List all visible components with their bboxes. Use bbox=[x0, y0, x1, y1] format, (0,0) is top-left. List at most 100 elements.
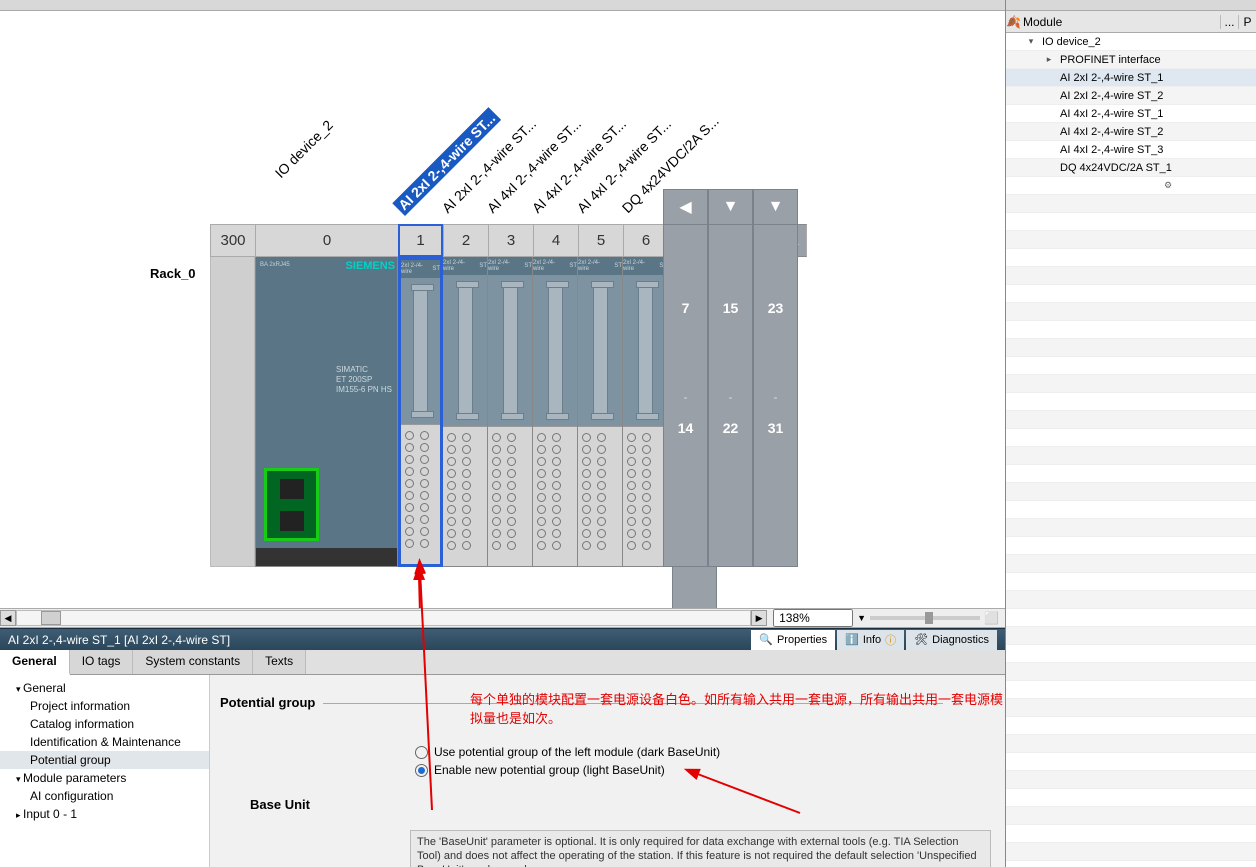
module-panel-header: 🍂 Module ... P bbox=[1006, 11, 1256, 33]
properties-icon: 🔍 bbox=[759, 633, 773, 646]
module-tree-empty bbox=[1006, 645, 1256, 663]
module-tree-empty bbox=[1006, 735, 1256, 753]
hscroll-right[interactable]: ▶ bbox=[751, 610, 767, 626]
module-slot-2[interactable]: 2xI 2-/4-wireST bbox=[443, 257, 488, 567]
module-tree-empty bbox=[1006, 789, 1256, 807]
module-tree-empty bbox=[1006, 771, 1256, 789]
slot-6[interactable]: 6 bbox=[623, 224, 668, 257]
hscroll-thumb[interactable] bbox=[41, 611, 61, 625]
module-slot-4[interactable]: 2xI 2-/4-wireST bbox=[533, 257, 578, 567]
head-footer bbox=[256, 548, 397, 566]
ethernet-ports[interactable] bbox=[264, 468, 319, 541]
module-panel-body[interactable]: ▾IO device_2▸PROFINET interfaceAI 2xI 2-… bbox=[1006, 33, 1256, 867]
tab-texts[interactable]: Texts bbox=[253, 650, 306, 674]
rack-label: Rack_0 bbox=[150, 266, 196, 281]
navtree-item-7[interactable]: Input 0 - 1 bbox=[0, 805, 209, 823]
module-tree-empty bbox=[1006, 717, 1256, 735]
module-tree-row-7[interactable]: DQ 4x24VDC/2A ST_1 bbox=[1006, 159, 1256, 177]
module-empty-300[interactable] bbox=[210, 257, 255, 567]
module-tree-empty bbox=[1006, 663, 1256, 681]
module-tree-empty bbox=[1006, 285, 1256, 303]
module-panel-icon: 🍂 bbox=[1006, 15, 1021, 29]
reserve-arrow-a[interactable]: ◀ bbox=[664, 190, 707, 225]
reserve-arrow-c[interactable]: ▼ bbox=[754, 190, 797, 225]
reserve-col-b[interactable]: ▼ 15 - 22 bbox=[708, 189, 753, 567]
module-tree-empty bbox=[1006, 303, 1256, 321]
module-tree-empty bbox=[1006, 807, 1256, 825]
diagnostics-icon: 🛠 bbox=[914, 633, 928, 646]
module-tree-row-4[interactable]: AI 4xI 2-,4-wire ST_1 bbox=[1006, 105, 1256, 123]
zoom-input[interactable] bbox=[773, 609, 853, 627]
module-tree-empty bbox=[1006, 375, 1256, 393]
eth-port-2[interactable] bbox=[280, 511, 304, 531]
slot-5[interactable]: 5 bbox=[578, 224, 623, 257]
module-panel-col-p[interactable]: P bbox=[1238, 15, 1256, 29]
zoom-handle[interactable] bbox=[925, 612, 933, 624]
navtree-item-6[interactable]: AI configuration bbox=[0, 787, 209, 805]
module-tree-row-6[interactable]: AI 4xI 2-,4-wire ST_3 bbox=[1006, 141, 1256, 159]
module-tree-row-5[interactable]: AI 4xI 2-,4-wire ST_2 bbox=[1006, 123, 1256, 141]
zoom-dropdown-icon[interactable]: ▼ bbox=[857, 613, 866, 623]
navtree-item-4[interactable]: Potential group bbox=[0, 751, 209, 769]
module-tree-empty bbox=[1006, 195, 1256, 213]
inspector-tabs: General IO tags System constants Texts bbox=[0, 650, 1005, 675]
rtab-diagnostics[interactable]: 🛠Diagnostics bbox=[906, 630, 997, 650]
module-tree-empty bbox=[1006, 393, 1256, 411]
rtab-info[interactable]: ℹ️Infoⓘ bbox=[837, 630, 904, 650]
zoom-fit-icon[interactable]: ⬜ bbox=[984, 611, 999, 625]
navtree-item-5[interactable]: Module parameters bbox=[0, 769, 209, 787]
slot-3[interactable]: 3 bbox=[488, 224, 533, 257]
slot-2[interactable]: 2 bbox=[443, 224, 488, 257]
hscroll-track[interactable] bbox=[16, 610, 751, 626]
module-tree-empty bbox=[1006, 699, 1256, 717]
eth-port-1[interactable] bbox=[280, 479, 304, 499]
siemens-logo: SIEMENS bbox=[345, 260, 395, 272]
radio-light-baseunit[interactable] bbox=[415, 764, 428, 777]
module-tree-empty bbox=[1006, 321, 1256, 339]
tab-general[interactable]: General bbox=[0, 650, 70, 675]
tab-sysconst[interactable]: System constants bbox=[133, 650, 253, 674]
module-tree-empty bbox=[1006, 249, 1256, 267]
property-form: Potential group 每个单独的模块配置一套电源设备白色。如所有输入共… bbox=[210, 675, 1005, 867]
module-slot-3[interactable]: 2xI 2-/4-wireST bbox=[488, 257, 533, 567]
rtab-properties[interactable]: 🔍Properties bbox=[751, 630, 835, 650]
head-ba-label: BA 2xRJ45 bbox=[260, 262, 290, 268]
reserve-col-c[interactable]: ▼ 23 - 31 bbox=[753, 189, 798, 567]
module-tree-empty bbox=[1006, 843, 1256, 861]
slot-300[interactable]: 300 bbox=[210, 224, 255, 257]
module-tree-row-1[interactable]: ▸PROFINET interface bbox=[1006, 51, 1256, 69]
property-navtree[interactable]: GeneralProject informationCatalog inform… bbox=[0, 675, 210, 867]
canvas-hscroll[interactable]: ◀ ▶ ▼ ⬜ bbox=[0, 608, 1005, 628]
section-potential-group: Potential group bbox=[220, 695, 315, 710]
navtree-item-1[interactable]: Project information bbox=[0, 697, 209, 715]
module-tree-empty bbox=[1006, 627, 1256, 645]
tab-iotags[interactable]: IO tags bbox=[70, 650, 134, 674]
device-canvas[interactable]: IO device_2 AI 2xI 2-,4-wire ST... AI 2x… bbox=[0, 11, 1005, 608]
slot-4[interactable]: 4 bbox=[533, 224, 578, 257]
radio-dark-baseunit[interactable] bbox=[415, 746, 428, 759]
slot-1[interactable]: 1 bbox=[398, 224, 443, 257]
module-tree-empty bbox=[1006, 465, 1256, 483]
navtree-item-3[interactable]: Identification & Maintenance bbox=[0, 733, 209, 751]
module-panel-more[interactable]: ... bbox=[1220, 15, 1238, 29]
zoom-slider[interactable] bbox=[870, 616, 980, 620]
module-tree-row-0[interactable]: ▾IO device_2 bbox=[1006, 33, 1256, 51]
module-head[interactable]: BA 2xRJ45 SIEMENS SIMATIC ET 200SP IM155… bbox=[255, 257, 398, 567]
reserve-col-a[interactable]: ◀ 7 - 14 bbox=[663, 189, 708, 567]
module-slot-6[interactable]: 2xI 2-/4-wireST bbox=[623, 257, 668, 567]
navtree-item-0[interactable]: General bbox=[0, 679, 209, 697]
reserve-arrow-b[interactable]: ▼ bbox=[709, 190, 752, 225]
hscroll-left[interactable]: ◀ bbox=[0, 610, 16, 626]
module-tree-empty bbox=[1006, 231, 1256, 249]
module-tree-empty bbox=[1006, 753, 1256, 771]
slot-0[interactable]: 0 bbox=[255, 224, 398, 257]
diag-label-device[interactable]: IO device_2 bbox=[272, 117, 336, 181]
module-slot-5[interactable]: 2xI 2-/4-wireST bbox=[578, 257, 623, 567]
module-tree-row-2[interactable]: AI 2xI 2-,4-wire ST_1 bbox=[1006, 69, 1256, 87]
module-tree-empty bbox=[1006, 573, 1256, 591]
module-tree-empty bbox=[1006, 591, 1256, 609]
module-slot-1[interactable]: 2xI 2-/4-wireST bbox=[398, 257, 443, 567]
navtree-item-2[interactable]: Catalog information bbox=[0, 715, 209, 733]
module-tree-row-3[interactable]: AI 2xI 2-,4-wire ST_2 bbox=[1006, 87, 1256, 105]
radio-light-label: Enable new potential group (light BaseUn… bbox=[434, 763, 665, 777]
